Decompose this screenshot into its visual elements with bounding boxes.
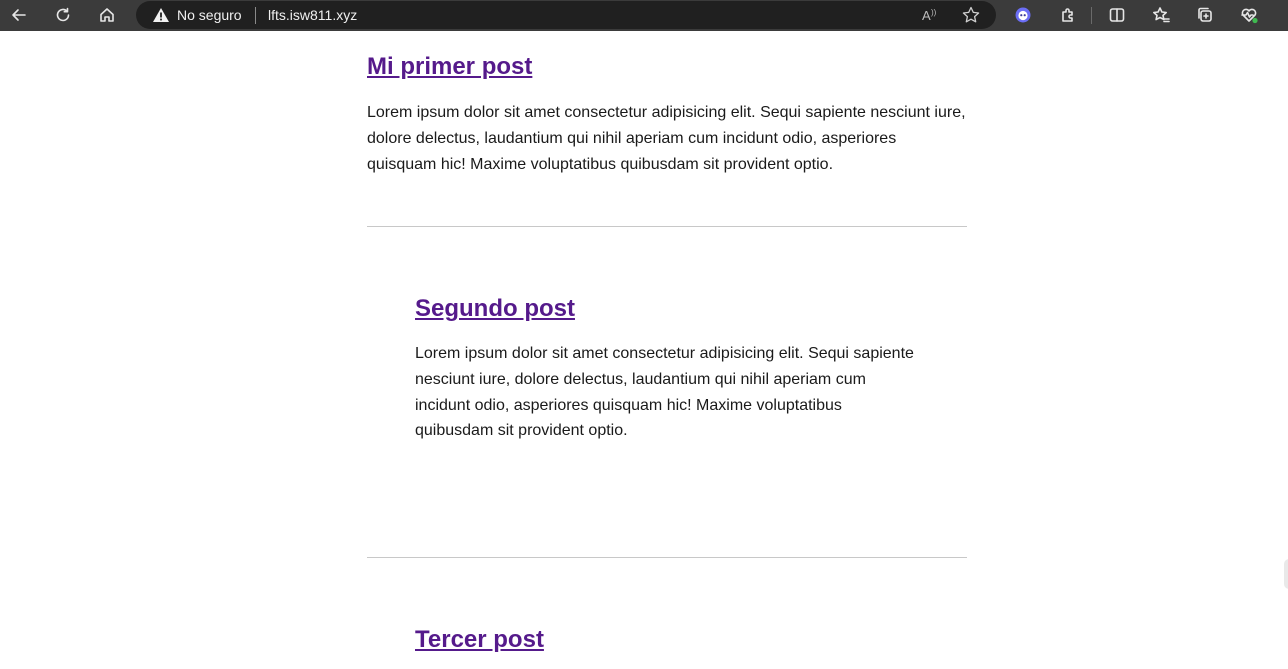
collections-icon [1198, 7, 1212, 22]
post-title-link[interactable]: Mi primer post [367, 53, 532, 81]
copilot-icon [1015, 7, 1031, 23]
favorite-star-icon[interactable] [961, 6, 981, 24]
extensions-icon [1062, 8, 1073, 22]
address-separator [255, 7, 256, 24]
browser-toolbar: No seguro lfts.isw811.xyz A )) [0, 0, 1288, 31]
back-arrow-icon [12, 9, 26, 21]
refresh-button[interactable] [48, 1, 78, 29]
scrollbar-thumb[interactable] [1284, 559, 1288, 589]
svg-text:)): )) [931, 8, 937, 17]
home-button[interactable] [92, 1, 122, 29]
post-body: Lorem ipsum dolor sit amet consectetur a… [415, 345, 914, 440]
warning-icon[interactable] [152, 7, 170, 23]
post-title-link[interactable]: Tercer post [415, 626, 544, 654]
collections-button[interactable] [1190, 1, 1220, 29]
performance-button[interactable] [1234, 1, 1264, 29]
security-status[interactable]: No seguro [177, 7, 242, 23]
url-text[interactable]: lfts.isw811.xyz [268, 7, 357, 23]
split-screen-icon [1109, 8, 1125, 22]
svg-text:A: A [922, 8, 931, 23]
home-icon [100, 8, 114, 22]
back-button[interactable] [4, 1, 34, 29]
read-aloud-icon[interactable]: A )) [921, 6, 941, 24]
favorites-button[interactable] [1146, 1, 1176, 29]
web-page: Mi primer post Lorem ipsum dolor sit ame… [0, 31, 1288, 669]
copilot-button[interactable] [1008, 1, 1038, 29]
post-body: Lorem ipsum dolor sit amet consectetur a… [367, 104, 966, 173]
toolbar-divider [1091, 7, 1092, 24]
performance-icon [1241, 8, 1258, 24]
split-screen-button[interactable] [1102, 1, 1132, 29]
post-divider [367, 226, 967, 227]
refresh-icon [56, 7, 70, 22]
post-divider [367, 557, 967, 558]
favorites-icon [1153, 7, 1170, 23]
extensions-button[interactable] [1053, 1, 1083, 29]
post-title-link[interactable]: Segundo post [415, 295, 575, 323]
address-bar[interactable]: No seguro lfts.isw811.xyz A )) [136, 1, 996, 29]
